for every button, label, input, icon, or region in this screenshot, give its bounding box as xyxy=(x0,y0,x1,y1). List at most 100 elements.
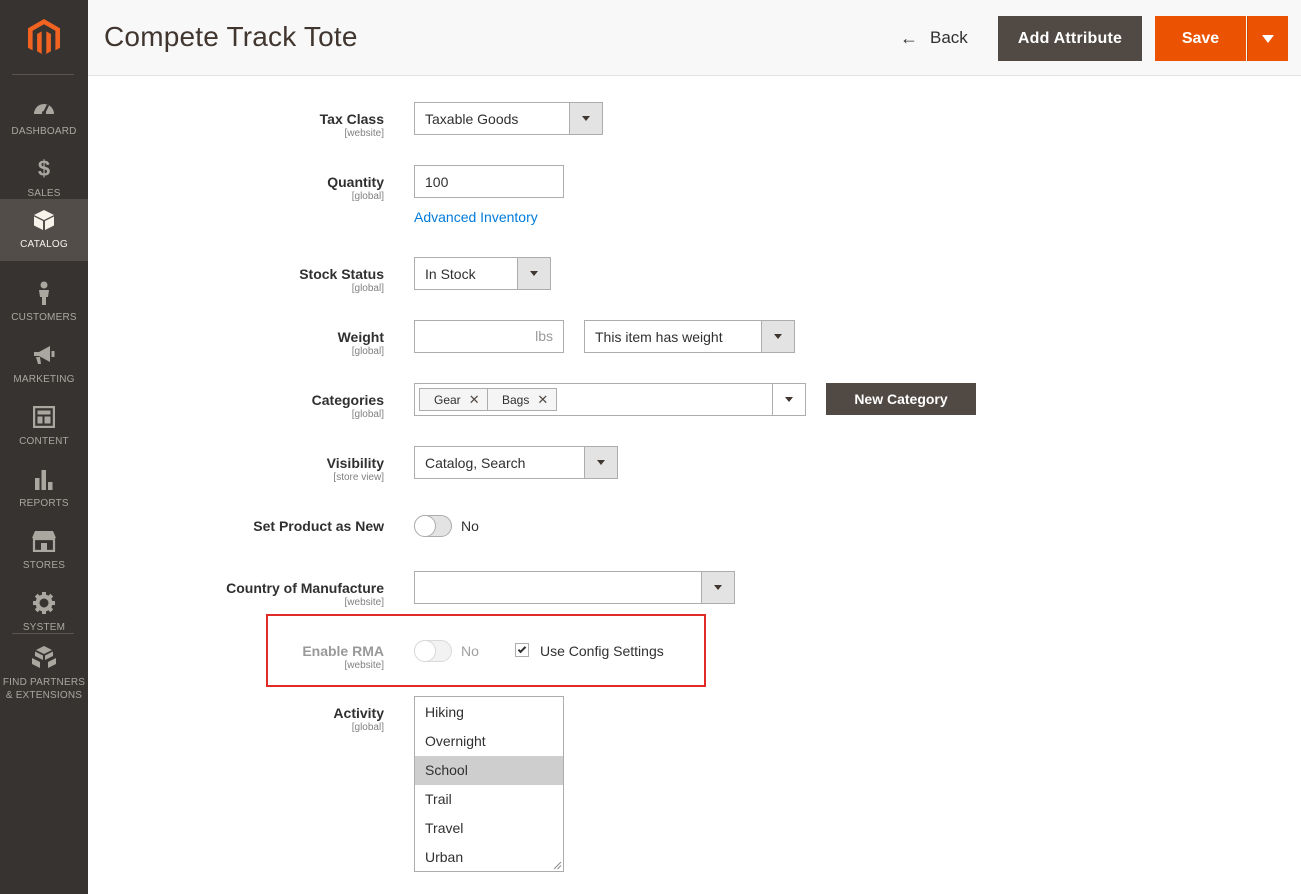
visibility-label: Visibility xyxy=(326,455,384,471)
category-tag: Bags ✕ xyxy=(487,388,558,411)
resize-grip-icon[interactable] xyxy=(553,861,562,870)
sidebar-item-label: CONTENT xyxy=(19,436,69,447)
weight-type-value: This item has weight xyxy=(595,329,723,345)
megaphone-icon xyxy=(0,342,88,368)
weight-input[interactable]: lbs xyxy=(414,320,564,353)
quantity-scope: [global] xyxy=(351,191,384,202)
quantity-label: Quantity xyxy=(327,174,384,190)
magento-logo-icon xyxy=(28,19,60,56)
category-tag-label: Gear xyxy=(434,392,461,407)
stock-status-select[interactable]: In Stock xyxy=(414,257,551,290)
categories-label: Categories xyxy=(311,392,384,408)
box-icon xyxy=(0,207,88,233)
sidebar-item-marketing[interactable]: MARKETING xyxy=(0,334,88,396)
save-button[interactable]: Save xyxy=(1155,16,1246,61)
remove-tag-icon[interactable]: ✕ xyxy=(469,392,480,408)
layout-icon xyxy=(0,404,88,430)
quantity-value: 100 xyxy=(425,174,449,190)
sidebar-item-content[interactable]: CONTENT xyxy=(0,396,88,458)
blocks-icon xyxy=(0,644,88,670)
toggle-knob xyxy=(414,515,436,537)
weight-unit: lbs xyxy=(535,328,553,344)
sidebar-item-system[interactable]: SYSTEM xyxy=(0,582,88,644)
set-new-label: Set Product as New xyxy=(253,518,384,534)
activity-multiselect[interactable]: Hiking Overnight School Trail Travel Urb… xyxy=(414,696,564,872)
country-scope: [website] xyxy=(344,597,384,608)
admin-sidebar: DASHBOARD $ SALES CATALOG CUSTOMERS MARK… xyxy=(0,0,88,894)
magento-logo[interactable] xyxy=(0,0,88,76)
stock-status-value: In Stock xyxy=(425,266,476,282)
country-label: Country of Manufacture xyxy=(226,580,384,596)
activity-scope: [global] xyxy=(351,722,384,733)
visibility-value: Catalog, Search xyxy=(425,455,526,471)
chevron-down-icon xyxy=(1262,34,1274,43)
dropdown-arrow-icon xyxy=(701,572,734,603)
stock-status-scope: [global] xyxy=(351,283,384,294)
visibility-scope: [store view] xyxy=(333,472,384,483)
back-button[interactable]: ← Back xyxy=(900,26,968,50)
enable-rma-toggle[interactable] xyxy=(414,640,452,662)
use-config-label: Use Config Settings xyxy=(540,643,664,659)
sidebar-item-label: DASHBOARD xyxy=(11,126,77,137)
enable-rma-label: Enable RMA xyxy=(302,643,384,659)
sidebar-item-label: CUSTOMERS xyxy=(11,312,77,323)
dashboard-icon xyxy=(0,94,88,120)
dropdown-arrow-icon xyxy=(584,447,617,478)
sidebar-item-reports[interactable]: REPORTS xyxy=(0,458,88,520)
weight-type-select[interactable]: This item has weight xyxy=(584,320,795,353)
tax-class-label: Tax Class xyxy=(319,111,384,127)
activity-label: Activity xyxy=(333,705,384,721)
visibility-select[interactable]: Catalog, Search xyxy=(414,446,618,479)
dropdown-arrow-icon xyxy=(772,384,805,415)
categories-select[interactable]: Gear ✕ Bags ✕ xyxy=(414,383,806,416)
partners-label-line2: & EXTENSIONS xyxy=(5,690,83,701)
activity-option[interactable]: Overnight xyxy=(415,727,563,756)
use-config-checkbox[interactable] xyxy=(515,643,529,657)
sidebar-item-label: MARKETING xyxy=(13,374,75,385)
page-title: Compete Track Tote xyxy=(104,21,358,52)
sidebar-item-stores[interactable]: STORES xyxy=(0,520,88,582)
country-select[interactable] xyxy=(414,571,735,604)
arrow-left-icon: ← xyxy=(900,27,918,48)
dropdown-arrow-icon xyxy=(761,321,794,352)
set-new-state: No xyxy=(461,518,479,534)
activity-option[interactable]: Travel xyxy=(415,814,563,843)
sidebar-item-label: CATALOG xyxy=(20,239,68,250)
quantity-input[interactable]: 100 xyxy=(414,165,564,198)
back-button-label: Back xyxy=(930,28,968,47)
tax-class-select[interactable]: Taxable Goods xyxy=(414,102,603,135)
activity-option[interactable]: Hiking xyxy=(415,698,563,727)
weight-scope: [global] xyxy=(351,346,384,357)
activity-option[interactable]: Urban xyxy=(415,843,563,872)
page-header: Compete Track Tote ← Back Add Attribute … xyxy=(88,0,1301,76)
person-icon xyxy=(0,280,88,306)
add-attribute-button[interactable]: Add Attribute xyxy=(998,16,1142,61)
sidebar-item-partners[interactable]: FIND PARTNERS & EXTENSIONS xyxy=(0,638,88,701)
save-options-toggle[interactable] xyxy=(1247,16,1288,61)
tax-class-scope: [website] xyxy=(344,128,384,139)
dollar-icon: $ xyxy=(37,156,51,181)
sidebar-item-dashboard[interactable]: DASHBOARD xyxy=(0,86,88,148)
categories-scope: [global] xyxy=(351,409,384,420)
partners-label-line1: FIND PARTNERS xyxy=(2,677,86,688)
remove-tag-icon[interactable]: ✕ xyxy=(537,392,548,408)
sidebar-divider xyxy=(12,74,74,75)
category-tag-label: Bags xyxy=(502,392,530,407)
stock-status-label: Stock Status xyxy=(299,266,384,282)
category-tag: Gear ✕ xyxy=(419,388,489,411)
advanced-inventory-link[interactable]: Advanced Inventory xyxy=(414,209,538,225)
gear-icon xyxy=(0,590,88,616)
toggle-knob xyxy=(414,640,436,662)
new-category-button[interactable]: New Category xyxy=(826,383,976,415)
sidebar-item-catalog[interactable]: CATALOG xyxy=(0,199,88,261)
activity-option-selected[interactable]: School xyxy=(415,756,563,785)
store-icon xyxy=(0,528,88,554)
set-new-toggle[interactable] xyxy=(414,515,452,537)
tax-class-value: Taxable Goods xyxy=(425,111,519,127)
activity-option[interactable]: Trail xyxy=(415,785,563,814)
sidebar-item-label: REPORTS xyxy=(19,498,69,509)
enable-rma-state: No xyxy=(461,643,479,659)
dropdown-arrow-icon xyxy=(517,258,550,289)
sidebar-item-customers[interactable]: CUSTOMERS xyxy=(0,272,88,334)
bar-chart-icon xyxy=(0,466,88,492)
